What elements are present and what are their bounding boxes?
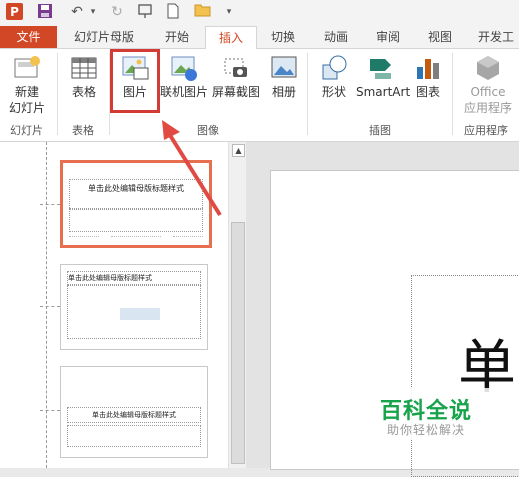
thumbnail-title: 单击此处编辑母版标题样式 [67, 271, 201, 285]
group-separator [307, 53, 308, 135]
scroll-thumb[interactable] [231, 222, 245, 464]
pointer-arrow-icon [162, 120, 222, 217]
tab-transitions[interactable]: 切换 [260, 26, 306, 48]
office-apps-icon [473, 53, 503, 83]
layout-connector-line [40, 204, 60, 205]
open-folder-icon[interactable] [194, 3, 212, 21]
smartart-icon [367, 53, 397, 83]
screenshot-label: 屏幕截图 [211, 85, 260, 99]
group-label-apps: 应用程序 [464, 124, 508, 137]
thumbnail-title: 单击此处编辑母版标题样式 [67, 407, 201, 423]
shapes-icon [319, 53, 349, 83]
customize-dropdown-icon[interactable]: ▾ [220, 3, 238, 21]
online-picture-icon [169, 53, 199, 83]
thumbnail-scrollbar[interactable]: ▲ [228, 142, 246, 468]
watermark-subtitle: 助你轻松解决 [387, 423, 466, 437]
new-slide-icon [12, 53, 42, 83]
slide-thumbnail-layout[interactable]: 单击此处编辑母版标题样式 [60, 366, 208, 458]
tab-home[interactable]: 开始 [153, 26, 201, 48]
group-separator [452, 53, 453, 135]
shapes-label: 形状 [321, 85, 346, 99]
office-apps-button[interactable]: Office 应用程序 [458, 53, 518, 115]
table-icon [69, 53, 99, 83]
online-picture-label: 联机图片 [160, 85, 209, 99]
picture-button-highlight [110, 49, 160, 113]
table-label: 表格 [71, 85, 96, 99]
thumbnail-content-icons [120, 308, 160, 320]
tab-insert[interactable]: 插入 [205, 26, 257, 50]
chart-icon [413, 53, 443, 83]
chart-button[interactable]: 图表 [412, 53, 444, 99]
photo-album-button[interactable]: 相册 [266, 53, 302, 99]
scroll-up-icon[interactable]: ▲ [232, 144, 245, 157]
screenshot-icon [221, 53, 251, 83]
thumbnail-footer [111, 236, 161, 243]
redo-icon[interactable]: ↻ [108, 3, 126, 21]
group-label-slides: 幻灯片 [10, 124, 43, 137]
thumbnail-body-placeholder [67, 425, 201, 447]
tab-slide-master[interactable]: 幻灯片母版 [67, 26, 141, 48]
tab-view[interactable]: 视图 [417, 26, 463, 48]
quick-access-toolbar: P ↶ ▾ ↻ ▾ [0, 0, 519, 26]
ribbon-insert: 新建 幻灯片 幻灯片 表格 表格 图片 联机图片 屏幕截图 相册 图像 形状 S… [0, 49, 519, 142]
new-slide-button[interactable]: 新建 幻灯片 [4, 53, 50, 115]
office-apps-label-1: Office [470, 85, 506, 99]
smartart-button[interactable]: SmartArt [356, 53, 411, 99]
tab-developer[interactable]: 开发工 [473, 26, 519, 48]
layout-connector-line [46, 142, 47, 468]
slide-thumbnail-layout[interactable]: 单击此处编辑母版标题样式 [60, 264, 208, 350]
thumbnail-body-placeholder [67, 285, 201, 339]
save-icon[interactable] [36, 3, 54, 21]
tab-review[interactable]: 审阅 [365, 26, 411, 48]
ribbon-tabs: 文件 幻灯片母版 开始 插入 切换 动画 审阅 视图 开发工 [0, 26, 519, 50]
new-slide-label-1: 新建 [14, 85, 39, 99]
new-file-icon[interactable] [164, 3, 182, 21]
tab-file[interactable]: 文件 [0, 26, 57, 48]
table-button[interactable]: 表格 [64, 53, 104, 99]
powerpoint-logo-icon: P [6, 3, 23, 20]
new-slide-label-2: 幻灯片 [8, 101, 45, 115]
group-label-illustrations: 插图 [369, 124, 391, 137]
layout-connector-line [40, 410, 60, 411]
office-apps-label-2: 应用程序 [463, 101, 512, 115]
thumbnail-footer [69, 236, 99, 243]
undo-dropdown-icon[interactable]: ▾ [84, 3, 102, 21]
group-separator [57, 53, 58, 135]
presenter-icon[interactable] [136, 3, 154, 21]
thumbnail-footer [173, 236, 203, 243]
photo-album-icon [269, 53, 299, 83]
tab-animations[interactable]: 动画 [313, 26, 359, 48]
group-label-tables: 表格 [72, 124, 94, 137]
online-picture-button[interactable]: 联机图片 [160, 53, 208, 99]
screenshot-button[interactable]: 屏幕截图 [210, 53, 262, 99]
photo-album-label: 相册 [271, 85, 296, 99]
smartart-label: SmartArt [356, 85, 411, 99]
layout-connector-line [40, 306, 60, 307]
chart-label: 图表 [415, 85, 440, 99]
shapes-button[interactable]: 形状 [314, 53, 354, 99]
